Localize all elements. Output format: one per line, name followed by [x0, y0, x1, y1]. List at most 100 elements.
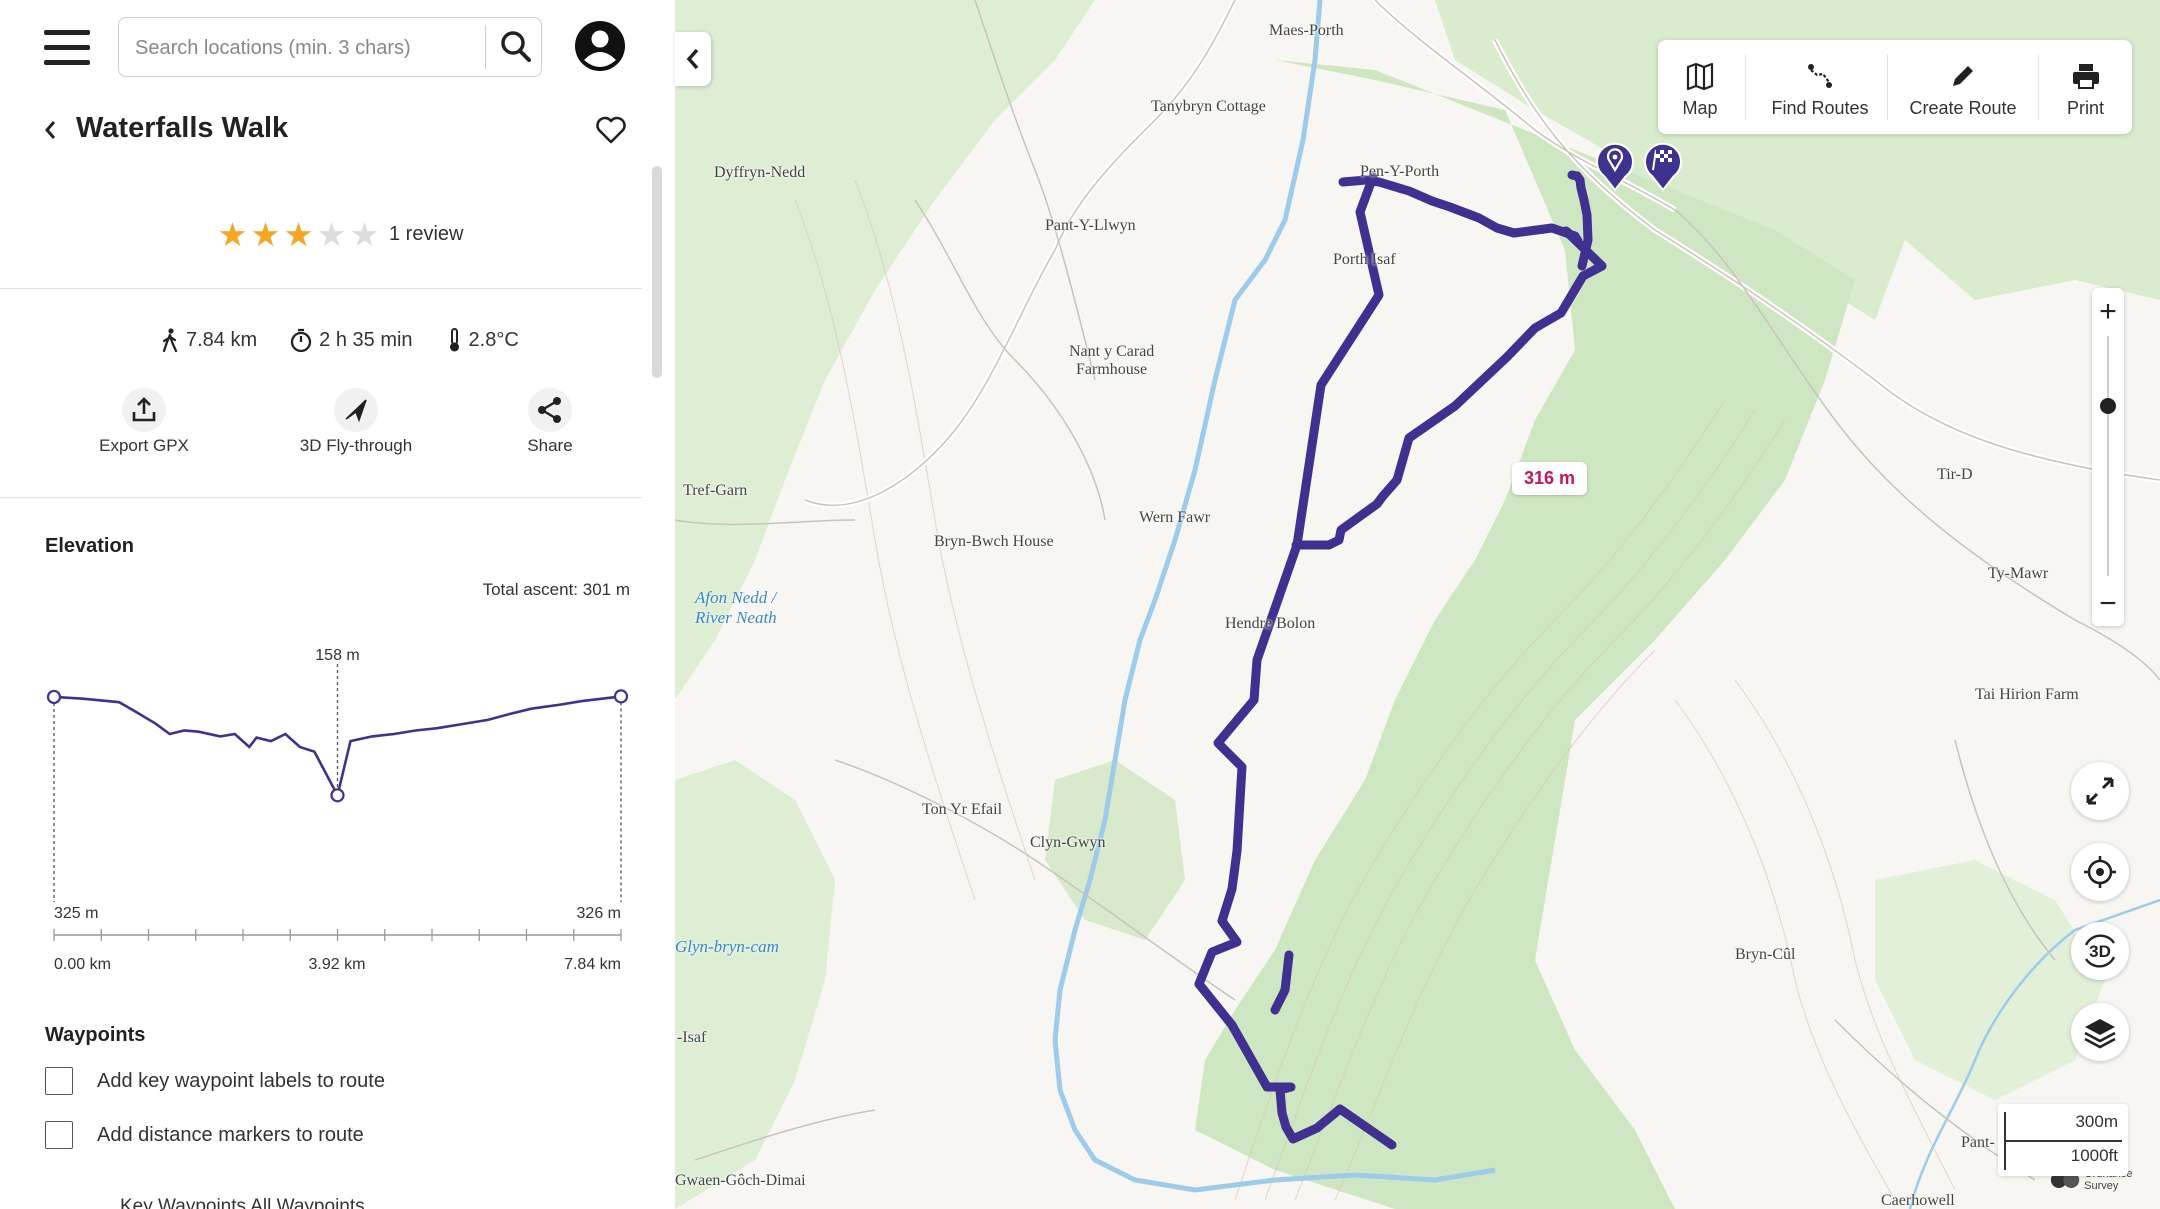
- review-count[interactable]: 1 review: [389, 223, 463, 246]
- woodland-area: [1875, 860, 2105, 1100]
- printer-icon: [2072, 64, 2099, 89]
- star-icon[interactable]: ★: [315, 218, 348, 251]
- map-view[interactable]: Maes-Porth Tanybryn Cottage Pen-Y-Porth …: [675, 0, 2160, 1209]
- map-canvas: [675, 0, 2160, 1209]
- zoom-control: + −: [2092, 288, 2124, 626]
- start-marker[interactable]: [1590, 138, 1640, 194]
- share-button[interactable]: Share: [460, 388, 640, 456]
- page-title: Waterfalls Walk: [76, 112, 289, 144]
- route-stats: 7.84 km 2 h 35 min 2.8°C: [160, 323, 551, 357]
- place-label: Bryn-Bwch House: [934, 533, 1054, 550]
- divider: [0, 288, 642, 289]
- map-button-label: Map: [1682, 98, 1718, 118]
- x-tick-label: 7.84 km: [564, 956, 621, 973]
- waypoint-labels-text[interactable]: Add key waypoint labels to route: [97, 1070, 385, 1093]
- find-routes-label: Find Routes: [1771, 98, 1869, 118]
- river-label: River Neath: [695, 608, 777, 627]
- distance-markers-text[interactable]: Add distance markers to route: [97, 1124, 364, 1147]
- place-label: Bryn-Cûl: [1735, 946, 1796, 963]
- scale-bar: 300m 1000ft: [1998, 1104, 2128, 1176]
- collapse-panel-button[interactable]: [675, 32, 711, 86]
- place-label: Pant-Y-Llwyn: [1045, 217, 1136, 234]
- start-point: [46, 689, 62, 705]
- menu-icon[interactable]: [44, 30, 90, 66]
- search-icon: [501, 31, 531, 62]
- chevron-left-icon: [686, 48, 699, 70]
- pencil-icon: [1953, 66, 1973, 86]
- star-icon[interactable]: ★: [282, 218, 315, 251]
- place-label: -Isaf: [677, 1029, 707, 1046]
- route-actions: Export GPX 3D Fly-through Share: [0, 388, 642, 468]
- duration-value: 2 h 35 min: [319, 328, 413, 351]
- place-label: Nant y Carad: [1069, 343, 1155, 360]
- rating: ★ ★ ★ ★ ★ 1 review: [216, 216, 464, 252]
- duration-stat: 2 h 35 min: [289, 327, 413, 353]
- divider: [0, 497, 642, 498]
- crosshair-icon: [2084, 856, 2116, 888]
- print-label: Print: [2066, 98, 2104, 118]
- upload-icon: [122, 388, 166, 432]
- zoom-in-button[interactable]: +: [2092, 294, 2124, 330]
- 3d-label: 3D: [2089, 942, 2111, 961]
- favourite-button[interactable]: [594, 114, 628, 146]
- place-label: Glyn-bryn-cam: [675, 937, 779, 956]
- star-icon[interactable]: ★: [348, 218, 381, 251]
- thermometer-icon: [449, 328, 459, 352]
- star-icon[interactable]: ★: [216, 218, 249, 251]
- end-marker[interactable]: [1638, 138, 1688, 194]
- distance-stat: 7.84 km: [160, 327, 257, 353]
- fly-through-label: 3D Fly-through: [299, 436, 413, 455]
- place-label: Wern Fawr: [1139, 509, 1211, 526]
- start-elevation-label: 325 m: [54, 905, 98, 922]
- panel-scrollbar[interactable]: [652, 166, 662, 378]
- elevation-chart[interactable]: 158 m 325 m 326 m 0.00 km 3.92 km 7.84 k…: [40, 640, 640, 980]
- x-tick-label: 3.92 km: [309, 956, 366, 973]
- account-button[interactable]: [574, 20, 626, 72]
- waypoints-title: Waypoints: [45, 1024, 146, 1046]
- distance-markers-checkbox[interactable]: [45, 1121, 73, 1149]
- zoom-out-button[interactable]: −: [2092, 586, 2124, 622]
- elevation-axis: [53, 929, 622, 941]
- create-route-button[interactable]: Create Route: [1888, 40, 2038, 134]
- layers-button[interactable]: [2071, 1003, 2129, 1061]
- total-ascent: Total ascent: 301 m: [482, 580, 630, 599]
- zoom-track[interactable]: [2107, 336, 2109, 576]
- place-label: Ty-Mawr: [1988, 565, 2049, 582]
- waypoint-labels-checkbox[interactable]: [45, 1067, 73, 1095]
- create-route-label: Create Route: [1909, 98, 2017, 118]
- elevation-title: Elevation: [45, 535, 134, 557]
- fullscreen-button[interactable]: [2071, 762, 2129, 820]
- user-icon: [575, 21, 625, 71]
- 3d-view-button[interactable]: 3D: [2071, 922, 2129, 980]
- export-gpx-label: Export GPX: [99, 436, 189, 455]
- place-label: Tir-D: [1937, 466, 1973, 483]
- scale-tick: [2004, 1112, 2006, 1142]
- find-routes-button[interactable]: Find Routes: [1746, 40, 1894, 134]
- search-input[interactable]: [133, 28, 487, 68]
- place-label: Maes-Porth: [1269, 22, 1344, 39]
- woodland-area: [675, 760, 835, 1209]
- map-icon: [1686, 62, 1714, 91]
- rotate-3d-icon: 3D: [2084, 934, 2116, 968]
- place-label: Pant-: [1961, 1134, 1995, 1151]
- place-label: Caerhowell: [1881, 1192, 1955, 1209]
- map-button[interactable]: Map: [1658, 40, 1742, 134]
- waypoint-tabs[interactable]: Key Waypoints All Waypoints: [120, 1196, 365, 1209]
- print-button[interactable]: Print: [2039, 40, 2132, 134]
- locate-me-button[interactable]: [2071, 843, 2129, 901]
- place-label: Clyn-Gwyn: [1030, 834, 1106, 851]
- place-label: Gwaen-Gôch-Dimai: [675, 1172, 806, 1189]
- back-button[interactable]: [38, 115, 64, 145]
- waypoint-labels-option: Add key waypoint labels to route: [45, 1065, 385, 1097]
- chevron-left-icon: [45, 121, 56, 139]
- zoom-slider-handle[interactable]: [2100, 398, 2116, 414]
- scale-imperial: 1000ft: [2070, 1146, 2118, 1165]
- min-point: [330, 788, 345, 803]
- search-button[interactable]: [497, 26, 537, 68]
- export-gpx-button[interactable]: Export GPX: [54, 388, 234, 456]
- fly-through-button[interactable]: 3D Fly-through: [266, 388, 446, 456]
- end-point: [613, 689, 629, 704]
- star-icon[interactable]: ★: [249, 218, 282, 251]
- route-header: Waterfalls Walk: [0, 100, 675, 160]
- temperature-value: 2.8°C: [468, 328, 519, 351]
